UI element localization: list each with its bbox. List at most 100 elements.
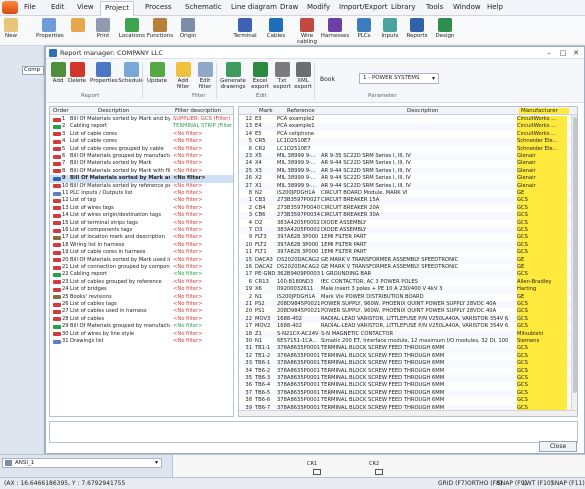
report-list-item[interactable]: 3 List of cable cores <No filter> bbox=[50, 131, 233, 138]
table-row[interactable]: 26 X2 MIL 38999 9-... AR 9-44 SC22D SRM Ser… bbox=[239, 175, 577, 183]
table-row[interactable]: 21 PS2 208D9845P0021 POWER SUPPLY, 960W, PH… bbox=[239, 301, 577, 309]
report-list-item[interactable]: 26 List of cables tags <No filter> bbox=[50, 301, 233, 308]
report-list-item[interactable]: 18 Wiring list in harness <No filter> bbox=[50, 242, 233, 249]
add-button[interactable]: Add bbox=[51, 62, 66, 92]
col-mark[interactable]: Mark bbox=[259, 108, 273, 114]
table-row[interactable]: 9 FLT3 397A828 3P000 1EMI FILTER PART GCS bbox=[239, 234, 577, 242]
col-order[interactable]: Order bbox=[53, 108, 69, 114]
report-list-item[interactable]: 11 PLC Inputs / Outputs list <No filter> bbox=[50, 190, 233, 197]
ribbon-terminal-button[interactable]: Terminal bbox=[230, 18, 260, 44]
ribbon-inputs-button[interactable]: Inputs bbox=[378, 18, 402, 44]
menu-import-export[interactable]: Import/Export bbox=[339, 3, 388, 11]
properties-button[interactable]: Properties bbox=[90, 62, 118, 92]
table-row[interactable]: 6 CR13 100-B180ND3 IEC CONTACTOR, AC 3 POWE… bbox=[239, 278, 577, 287]
table-row[interactable]: 17 PE-GND 362B9409P0003 1 GROUNDING BAR GCS bbox=[239, 271, 577, 279]
ribbon-properties-button[interactable]: Properties bbox=[36, 18, 64, 44]
table-row[interactable]: 15 DACA3 DS2020DACAG2 GE MARK V TRANSFORMER… bbox=[239, 256, 577, 264]
table-row[interactable]: 7 D3 383A4205P0002 DIODE ASSEMBLY GCS bbox=[239, 227, 577, 235]
report-list-item[interactable]: 16 List of components tags <No filter> bbox=[50, 227, 233, 234]
menu-schematic[interactable]: Schematic bbox=[185, 3, 222, 11]
menu-project[interactable]: Project bbox=[100, 1, 134, 16]
grid-toggle[interactable]: GRID (F7) bbox=[438, 480, 467, 487]
table-row[interactable]: 34 TB6-2 378A8635P0001 TERMINAL BLOCK SCREW… bbox=[239, 367, 577, 375]
menu-library[interactable]: Library bbox=[391, 3, 415, 11]
menu-tools[interactable]: Tools bbox=[426, 3, 443, 11]
close-button[interactable]: Close bbox=[539, 441, 577, 452]
report-list-item[interactable]: 19 List of cable cores in harness <No filt… bbox=[50, 249, 233, 256]
preview-vertical-scrollbar[interactable] bbox=[571, 115, 577, 416]
report-list-item[interactable]: 24 List of bridges <No filter> bbox=[50, 286, 233, 293]
table-row[interactable]: 24 X4 MIL 38999 9-... AR 9-44 SC22D SRM Ser… bbox=[239, 160, 577, 168]
menu-view[interactable]: View bbox=[77, 3, 94, 11]
table-row[interactable]: 5 CR5 LC1D2510E7 Schneider Ele... bbox=[239, 138, 577, 146]
report-list-item[interactable]: 4 List of cable cores <No filter> bbox=[50, 138, 233, 145]
table-row[interactable]: 19 X6 09200032611 Male insert 3 poles + PE … bbox=[239, 286, 577, 294]
table-row[interactable]: 12 E3 PCA example2 CircuitWorks ... bbox=[239, 116, 577, 124]
menu-file[interactable]: File bbox=[24, 3, 36, 11]
report-list-item[interactable]: 25 Books' revisions <No filter> bbox=[50, 294, 233, 301]
table-row[interactable]: 14 E5 PCA cellphone CircuitWorks ... bbox=[239, 130, 577, 139]
report-list-item[interactable]: 6 Bill Of Materials grouped by manufactur… bbox=[50, 153, 233, 160]
snap-f11-toggle[interactable]: SNAP (F11) bbox=[551, 480, 585, 487]
txt-export-button[interactable]: Txt export bbox=[273, 62, 291, 92]
report-list-item[interactable]: 22 Cabling report <No filter> bbox=[50, 271, 233, 278]
table-row[interactable]: 33 TB6-1 378A8635P0001 TERMINAL BLOCK SCREW… bbox=[239, 360, 577, 368]
report-list-item[interactable]: 2 Cabling report TERMINAL STRIP (Filter) bbox=[50, 123, 233, 130]
table-row[interactable]: 13 E4 PCA example1 CircuitWorks ... bbox=[239, 123, 577, 131]
menu-process[interactable]: Process bbox=[145, 3, 172, 11]
table-row[interactable]: 2 N1 IS200JPDGH1A Mark VIe POWER DISTRIBUTI… bbox=[239, 293, 577, 301]
table-row[interactable]: 25 X3 MIL 38999 9-... AR 9-44 SC22D SRM Ser… bbox=[239, 167, 577, 176]
ribbon-locations-button[interactable]: Locations bbox=[118, 18, 146, 44]
tree-selector[interactable]: ANSI_1 ▾ bbox=[2, 458, 162, 468]
table-row[interactable]: 20 PS1 208D9845P0021 POWER SUPPLY, 960W, PH… bbox=[239, 308, 577, 316]
excel-export-button[interactable]: Excel export bbox=[250, 62, 270, 92]
report-list-item[interactable]: 12 List of tag <No filter> bbox=[50, 197, 233, 204]
table-row[interactable]: 1 CB3 273B3597P0027 CIRCUIT BREAKER 15A GCS bbox=[239, 197, 577, 205]
report-list-item[interactable]: 17 List of location mark and description <… bbox=[50, 234, 233, 241]
report-list-item[interactable]: 29 Bill Of Materials grouped by manufactu… bbox=[50, 323, 233, 330]
report-list-item[interactable]: 7 Bill Of Materials sorted by Mark <No fil… bbox=[50, 160, 233, 167]
ribbon-design-button[interactable]: Design bbox=[432, 18, 458, 44]
report-list-item[interactable]: 8 Bill Of Materials sorted by Mark with f… bbox=[50, 168, 233, 175]
ribbon-plcs-button[interactable]: PLCs bbox=[352, 18, 376, 44]
ribbon-item--button[interactable] bbox=[66, 18, 90, 44]
ribbon-cables-button[interactable]: Cables bbox=[262, 18, 290, 44]
table-row[interactable]: 8 N2 IS200JPDGH1A CIRCUIT BOARD Module, MAR… bbox=[239, 190, 577, 198]
table-row[interactable]: 4 D2 383A4205P0002 DIODE ASSEMBLY GCS bbox=[239, 219, 577, 227]
report-list-item[interactable]: 23 List of cables grouped by reference <No… bbox=[50, 279, 233, 286]
table-row[interactable]: 36 TB6-4 378A8635P0001 TERMINAL BLOCK SCREW… bbox=[239, 382, 577, 390]
report-list-item[interactable]: 20 Bill Of Materials sorted by Mark used … bbox=[50, 257, 233, 264]
report-list-item[interactable]: 9 Bill Of Materials sorted by Mark an... <… bbox=[50, 175, 233, 183]
col-filter-description[interactable]: Filter description bbox=[175, 108, 221, 114]
table-row[interactable]: 10 FLT2 397A828 3P000 1EMI FILTER PART GCS bbox=[239, 241, 577, 250]
table-row[interactable]: 3 CB6 273B3597P0034 CIRCUIT BREAKER 30A GCS bbox=[239, 212, 577, 220]
report-list-item[interactable]: 5 List of cable cores grouped by cable <No… bbox=[50, 146, 233, 153]
menu-draw[interactable]: Draw bbox=[280, 3, 298, 11]
report-list-item[interactable]: 27 List of cables used in harness <No filt… bbox=[50, 308, 233, 315]
report-list-item[interactable]: 21 List of connection grouped by componen… bbox=[50, 264, 233, 271]
xml-export-button[interactable]: XML export bbox=[294, 62, 312, 92]
table-row[interactable]: 6 CR2 LC1D2510E7 Schneider Ele... bbox=[239, 145, 577, 153]
ribbon-origin-button[interactable]: Origin bbox=[172, 18, 204, 44]
report-list-item[interactable]: 10 Bill Of Materials sorted by reference … bbox=[50, 183, 233, 190]
ribbon-functions-button[interactable]: Functions bbox=[146, 18, 174, 44]
edit-filter-button[interactable]: Edit filter bbox=[195, 62, 215, 92]
update-button[interactable]: Update bbox=[146, 62, 168, 92]
minimize-icon[interactable]: – bbox=[542, 48, 556, 58]
report-list-item[interactable]: 15 List of terminal strips tags <No filter… bbox=[50, 220, 233, 227]
left-panel-tab[interactable]: Comp bbox=[22, 66, 44, 75]
table-row[interactable]: 22 MOV3 1688-402 RADIAL-LEAD VARISTOR, LITT… bbox=[239, 315, 577, 324]
col-desc[interactable]: Description bbox=[407, 108, 438, 114]
col-description[interactable]: Description bbox=[98, 108, 129, 114]
report-list-item[interactable]: 31 Drawings list <No filter> bbox=[50, 338, 233, 345]
menu-window[interactable]: Window bbox=[453, 3, 481, 11]
menu-line-diagram[interactable]: Line diagram bbox=[231, 3, 277, 11]
notes-area[interactable] bbox=[49, 421, 578, 443]
table-row[interactable]: 23 X5 MIL 38999 9-... AR 9-35 SC22D SRM Ser… bbox=[239, 153, 577, 161]
lwt-toggle[interactable]: LWT (F10) bbox=[523, 480, 553, 487]
add-filter-button[interactable]: Add filter bbox=[174, 62, 192, 92]
menu-modify[interactable]: Modify bbox=[307, 3, 330, 11]
report-list-item[interactable]: 13 List of wires tags <No filter> bbox=[50, 205, 233, 212]
report-list-item[interactable]: 1 Bill Of Materials sorted by Mark and by… bbox=[50, 116, 233, 123]
table-row[interactable]: 16 DACA2 DS2020DACAG2 GE MARK V TRANSFORMER… bbox=[239, 264, 577, 272]
